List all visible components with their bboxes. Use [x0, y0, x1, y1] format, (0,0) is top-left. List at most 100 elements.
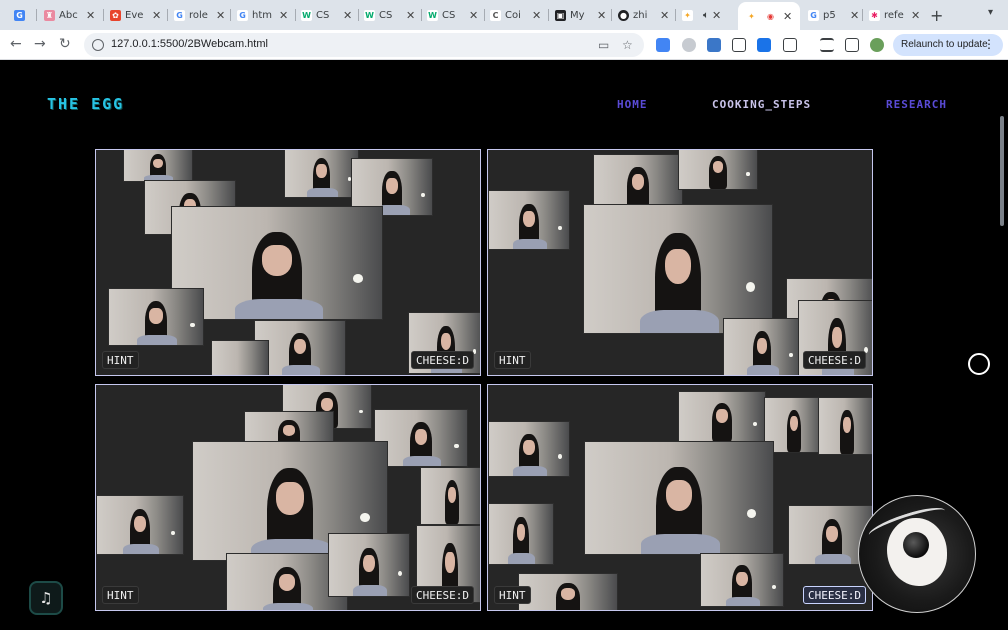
close-tab-icon[interactable]: ✕: [152, 9, 161, 22]
flower-icon: ✿: [110, 9, 121, 21]
media-controls-icon[interactable]: [820, 38, 834, 52]
webcam-tile: [700, 553, 784, 607]
tab-5[interactable]: W CS ✕: [301, 4, 352, 26]
tab-9[interactable]: ▣ My ✕: [555, 4, 606, 26]
tab-strip: G ♜ Abc ✕ ✿ Eve ✕ G role ✕ G htm ✕ W CS …: [0, 0, 1008, 30]
webcam-tile: [678, 391, 766, 443]
side-panel-icon[interactable]: [845, 38, 859, 52]
close-tab-icon[interactable]: ✕: [86, 9, 95, 22]
webcam-tile: [108, 288, 204, 346]
music-note-icon: ♫: [39, 589, 53, 607]
camera-icon[interactable]: ▭: [598, 38, 609, 52]
close-tab-icon[interactable]: ✕: [216, 9, 225, 22]
webcam-tile: [328, 533, 410, 597]
cheese-button[interactable]: CHEESE:D: [411, 351, 474, 369]
tab-2[interactable]: ✿ Eve ✕: [110, 4, 161, 26]
tab-13[interactable]: G p5 ✕: [808, 4, 859, 26]
webcam-tile: [374, 409, 468, 467]
close-tab-icon[interactable]: ✕: [712, 9, 721, 22]
webcam-tile: [584, 441, 774, 555]
tab-10[interactable]: ● zhi ✕: [618, 4, 669, 26]
back-arrow-icon[interactable]: ←: [10, 36, 22, 52]
crop-extension-icon[interactable]: [732, 38, 746, 52]
close-tab-icon[interactable]: ✕: [279, 9, 288, 22]
app-icon: ▣: [555, 9, 566, 21]
relaunch-button[interactable]: Relaunch to update ⋮: [893, 34, 1003, 56]
cheese-button[interactable]: CHEESE:D: [803, 586, 866, 604]
webcam-tile: [123, 150, 193, 182]
nav-research[interactable]: RESEARCH: [886, 98, 947, 111]
forward-arrow-icon[interactable]: →: [34, 36, 46, 52]
webcam-tile: [211, 340, 269, 375]
new-tab-button[interactable]: +: [930, 6, 943, 25]
hint-label[interactable]: HINT: [102, 586, 139, 604]
tab-6[interactable]: W CS ✕: [364, 4, 415, 26]
webcam-tile: [518, 573, 618, 610]
close-tab-icon[interactable]: ✕: [532, 9, 541, 22]
egg-ball-icon[interactable]: [858, 495, 976, 613]
shield-extension-icon[interactable]: [682, 38, 696, 52]
music-toggle-button[interactable]: ♫: [29, 581, 63, 615]
reload-icon[interactable]: ↻: [59, 36, 71, 52]
site-logo[interactable]: THE EGG: [47, 95, 124, 113]
url-text[interactable]: 127.0.0.1:5500/2BWebcam.html: [111, 38, 268, 50]
webcam-tile: [488, 421, 570, 477]
site-info-icon[interactable]: [92, 39, 104, 51]
puzzle-extensions-icon[interactable]: [783, 38, 797, 52]
tab-translate[interactable]: G: [14, 4, 29, 26]
close-tab-icon[interactable]: ✕: [850, 9, 859, 22]
webcam-tile: [723, 318, 801, 375]
close-tab-icon[interactable]: ✕: [406, 9, 415, 22]
tab-search-chevron-icon[interactable]: ▾: [988, 7, 993, 18]
tab-1[interactable]: ♜ Abc ✕: [44, 4, 95, 26]
google-icon: G: [808, 9, 819, 21]
tab-8[interactable]: C Coi ✕: [490, 4, 541, 26]
webcam-tile: [818, 397, 872, 455]
webcam-tile: [96, 495, 184, 555]
close-tab-icon[interactable]: ✕: [660, 9, 669, 22]
w3schools-icon: W: [364, 9, 375, 21]
grid-extension-icon[interactable]: [707, 38, 721, 52]
webcam-panel-4: HINT CHEESE:D: [487, 384, 873, 611]
close-tab-icon[interactable]: ✕: [911, 9, 920, 22]
castle-icon: ♜: [44, 9, 55, 21]
webcam-panel-1: HINT CHEESE:D: [95, 149, 481, 376]
browser-toolbar: ← → ↻ 127.0.0.1:5500/2BWebcam.html ▭ ☆ R…: [0, 30, 1008, 60]
google-icon: G: [237, 9, 248, 21]
tab-3[interactable]: G role ✕: [174, 4, 225, 26]
close-tab-icon[interactable]: ✕: [783, 10, 792, 23]
record-icon: ◉: [765, 10, 776, 22]
google-icon: G: [174, 9, 185, 21]
menu-dots-icon[interactable]: ⋮: [983, 37, 995, 51]
translate-extension-icon[interactable]: [656, 38, 670, 52]
close-tab-icon[interactable]: ✕: [469, 9, 478, 22]
translate-icon: G: [14, 9, 25, 21]
tab-7[interactable]: W CS ✕: [427, 4, 478, 26]
webcam-tile: [284, 150, 359, 198]
tab-14[interactable]: ✱ refe ✕: [869, 4, 920, 26]
cheese-button[interactable]: CHEESE:D: [803, 351, 866, 369]
webcam-tile: [488, 190, 570, 250]
sun-icon: ✦: [682, 9, 693, 21]
address-bar[interactable]: 127.0.0.1:5500/2BWebcam.html ▭ ☆: [84, 33, 644, 57]
close-tab-icon[interactable]: ✕: [343, 9, 352, 22]
speaker-icon: 🔈︎: [703, 9, 709, 21]
doc-extension-icon[interactable]: [757, 38, 771, 52]
hint-label[interactable]: HINT: [494, 586, 531, 604]
scrollbar-thumb[interactable]: [1000, 116, 1004, 226]
tab-4[interactable]: G htm ✕: [237, 4, 288, 26]
webcam-panel-3: HINT CHEESE:D: [95, 384, 481, 611]
bookmark-star-icon[interactable]: ☆: [622, 38, 633, 52]
hint-label[interactable]: HINT: [102, 351, 139, 369]
nav-cooking-steps[interactable]: COOKING_STEPS: [712, 98, 811, 111]
nav-home[interactable]: HOME: [617, 98, 648, 111]
tab-11[interactable]: ✦ 🔈︎ ✕: [682, 4, 721, 26]
custom-cursor-ring: [968, 353, 990, 375]
hint-label[interactable]: HINT: [494, 351, 531, 369]
cheese-button[interactable]: CHEESE:D: [411, 586, 474, 604]
profile-avatar[interactable]: [870, 38, 884, 52]
star-icon: ✱: [869, 9, 880, 21]
webcam-tile: [488, 503, 554, 565]
close-tab-icon[interactable]: ✕: [597, 9, 606, 22]
tab-active[interactable]: ✦ ◉ ✕: [738, 2, 801, 30]
